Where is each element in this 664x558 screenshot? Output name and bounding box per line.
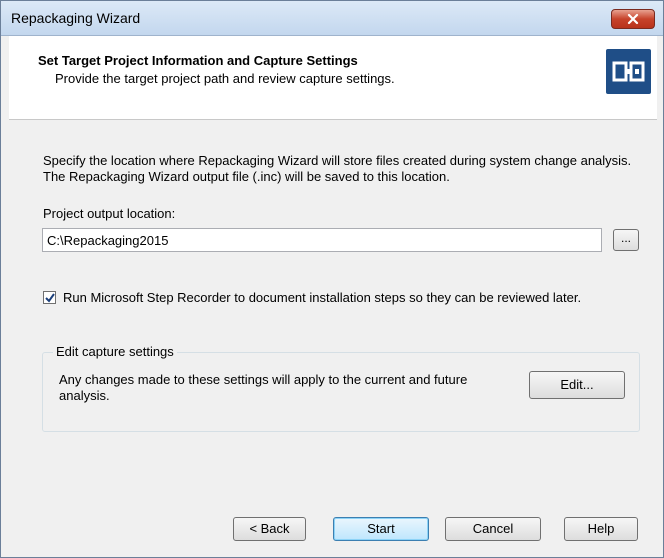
back-button[interactable]: < Back xyxy=(233,517,306,541)
output-location-label: Project output location: xyxy=(43,206,176,221)
step-recorder-checkbox[interactable] xyxy=(43,291,56,304)
capture-settings-legend: Edit capture settings xyxy=(53,344,177,359)
help-button[interactable]: Help xyxy=(564,517,638,541)
cancel-button[interactable]: Cancel xyxy=(445,517,541,541)
wizard-logo-icon xyxy=(606,49,651,94)
page-title: Set Target Project Information and Captu… xyxy=(38,53,358,68)
wizard-header: Set Target Project Information and Captu… xyxy=(9,36,657,120)
description-text: Specify the location where Repackaging W… xyxy=(43,153,632,184)
close-icon xyxy=(627,13,639,25)
browse-button[interactable]: ... xyxy=(613,229,639,251)
page-subtitle: Provide the target project path and revi… xyxy=(55,71,395,86)
output-location-input[interactable] xyxy=(42,228,602,252)
capture-settings-text: Any changes made to these settings will … xyxy=(59,372,468,403)
wizard-footer: < Back Start Cancel Help xyxy=(9,498,657,553)
title-bar: Repackaging Wizard xyxy=(1,1,663,36)
edit-button[interactable]: Edit... xyxy=(529,371,625,399)
step-recorder-label[interactable]: Run Microsoft Step Recorder to document … xyxy=(63,290,581,305)
wizard-window: Repackaging Wizard Set Target Project In… xyxy=(0,0,664,558)
window-title: Repackaging Wizard xyxy=(11,10,141,26)
close-button[interactable] xyxy=(611,9,655,29)
checkmark-icon xyxy=(45,293,55,303)
start-button[interactable]: Start xyxy=(333,517,429,541)
wizard-content: Specify the location where Repackaging W… xyxy=(9,120,657,498)
